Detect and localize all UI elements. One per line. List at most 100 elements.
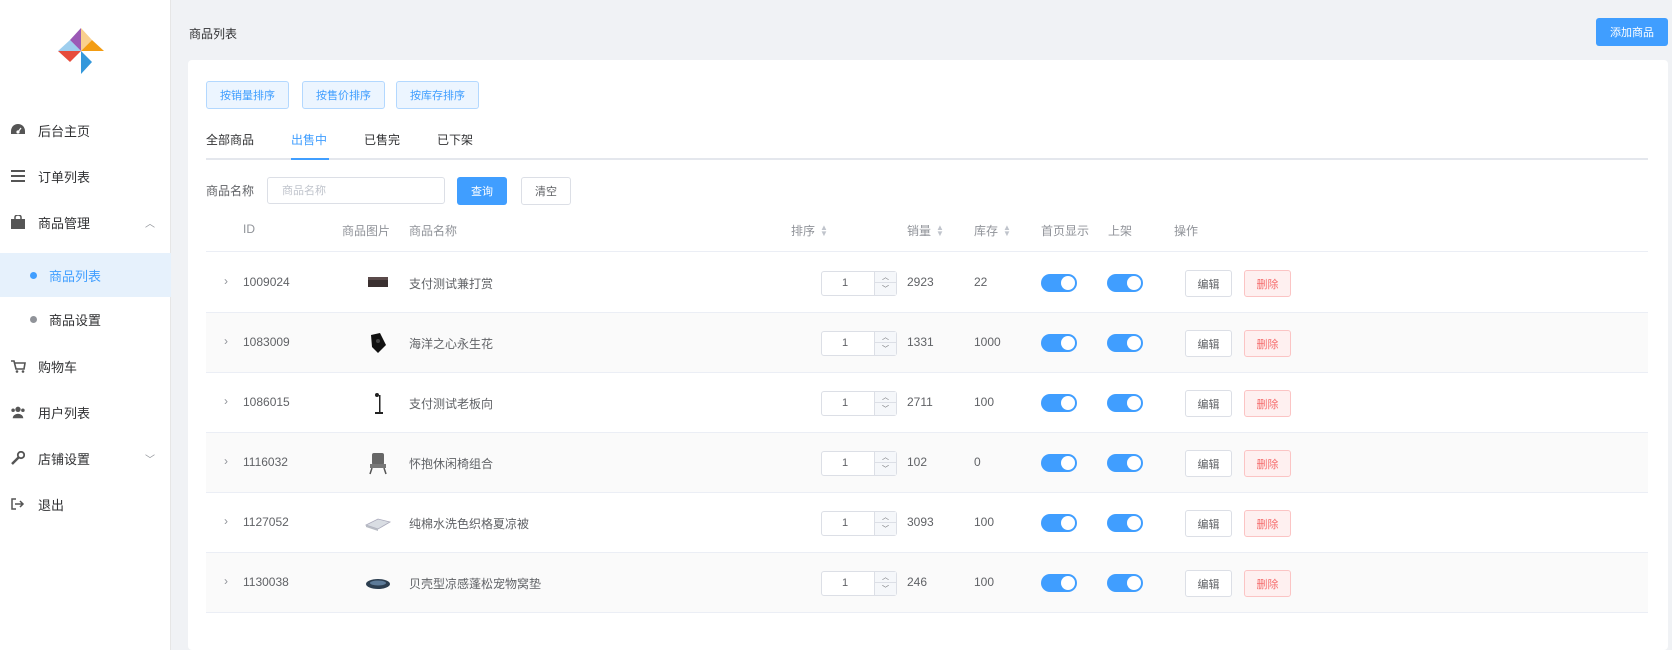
- decrement-arrow-icon[interactable]: ﹀: [875, 284, 896, 295]
- decrement-arrow-icon[interactable]: ﹀: [875, 584, 896, 595]
- column-header-sort[interactable]: 排序 ▲ ▼: [791, 222, 828, 239]
- decrement-arrow-icon[interactable]: ﹀: [875, 524, 896, 535]
- increment-arrow-icon[interactable]: ︿: [875, 512, 896, 523]
- home-display-toggle[interactable]: [1041, 454, 1077, 472]
- increment-arrow-icon[interactable]: ︿: [875, 392, 896, 403]
- sidebar-item-cart[interactable]: 购物车: [0, 344, 171, 388]
- cell-sales: 3093: [907, 515, 934, 529]
- edit-button[interactable]: 编辑: [1185, 330, 1232, 357]
- home-display-toggle[interactable]: [1041, 514, 1077, 532]
- add-product-button[interactable]: 添加商品: [1596, 18, 1668, 46]
- sort-order-stepper[interactable]: 1 ︿ ﹀: [821, 571, 897, 596]
- column-header-stock[interactable]: 库存 ▲ ▼: [974, 222, 1011, 239]
- on-shelf-toggle[interactable]: [1107, 514, 1143, 532]
- edit-button[interactable]: 编辑: [1185, 570, 1232, 597]
- column-header-stock-label: 库存: [974, 224, 999, 238]
- delete-button[interactable]: 删除: [1244, 570, 1291, 597]
- expand-row-chevron-icon[interactable]: ›: [224, 334, 228, 348]
- sidebar-item-label: 用户列表: [38, 405, 91, 421]
- expand-row-chevron-icon[interactable]: ›: [224, 514, 228, 528]
- product-name-search-input[interactable]: [267, 177, 445, 204]
- decrement-arrow-icon[interactable]: ﹀: [875, 464, 896, 475]
- toggle-knob: [1127, 336, 1141, 350]
- decrement-arrow-icon[interactable]: ﹀: [875, 344, 896, 355]
- sort-order-stepper[interactable]: 1 ︿ ﹀: [821, 271, 897, 296]
- increment-arrow-icon[interactable]: ︿: [875, 572, 896, 583]
- cell-sales: 246: [907, 575, 928, 589]
- sort-caret-icon[interactable]: ▲ ▼: [936, 223, 944, 237]
- table-row: › 1130038 贝壳型凉感蓬松宠物窝垫 1 ︿ ﹀ 246 100 编辑 删除: [206, 553, 1648, 613]
- home-display-toggle[interactable]: [1041, 574, 1077, 592]
- delete-button[interactable]: 删除: [1244, 270, 1291, 297]
- product-list-card: 按销量排序 按售价排序 按库存排序 全部商品 出售中 已售完 已下架 商品名称 …: [188, 60, 1668, 650]
- stepper-controls: ︿ ﹀: [874, 332, 896, 355]
- cell-name: 纯棉水洗色织格夏凉被: [409, 517, 530, 531]
- sidebar-item-users[interactable]: 用户列表: [0, 390, 171, 434]
- sort-order-stepper[interactable]: 1 ︿ ﹀: [821, 511, 897, 536]
- increment-arrow-icon[interactable]: ︿: [875, 452, 896, 463]
- toggle-knob: [1127, 456, 1141, 470]
- cell-id: 1127052: [243, 515, 289, 529]
- submenu-item-product-list[interactable]: 商品列表: [0, 253, 171, 297]
- cell-sales: 2711: [907, 395, 933, 409]
- sidebar-item-label: 购物车: [38, 359, 78, 375]
- edit-button[interactable]: 编辑: [1185, 390, 1232, 417]
- sidebar-item-orders[interactable]: 订单列表: [0, 154, 171, 198]
- sidebar-item-store-settings[interactable]: 店铺设置 ﹀: [0, 436, 171, 480]
- tab-off-shelf[interactable]: 已下架: [437, 130, 473, 160]
- on-shelf-toggle[interactable]: [1107, 454, 1143, 472]
- active-tab-indicator: [291, 158, 329, 160]
- on-shelf-toggle[interactable]: [1107, 394, 1143, 412]
- sort-by-sales-button[interactable]: 按销量排序: [206, 81, 289, 109]
- on-shelf-toggle[interactable]: [1107, 574, 1143, 592]
- column-header-sales[interactable]: 销量 ▲ ▼: [907, 222, 944, 239]
- sidebar-item-dashboard[interactable]: 后台主页: [0, 108, 171, 152]
- home-display-toggle[interactable]: [1041, 274, 1077, 292]
- expand-row-chevron-icon[interactable]: ›: [224, 274, 228, 288]
- toggle-knob: [1061, 336, 1075, 350]
- column-header-sales-label: 销量: [907, 224, 932, 238]
- increment-arrow-icon[interactable]: ︿: [875, 272, 896, 283]
- sidebar: 后台主页 订单列表 商品管理 ︿ 商品列表 商品设置 购物车 用户列表 店铺设置…: [0, 0, 171, 650]
- edit-button[interactable]: 编辑: [1185, 450, 1232, 477]
- increment-arrow-icon[interactable]: ︿: [875, 332, 896, 343]
- cell-name: 支付测试兼打赏: [409, 277, 494, 291]
- on-shelf-toggle[interactable]: [1107, 334, 1143, 352]
- sort-by-stock-button[interactable]: 按库存排序: [396, 81, 479, 109]
- on-shelf-toggle[interactable]: [1107, 274, 1143, 292]
- expand-row-chevron-icon[interactable]: ›: [224, 394, 228, 408]
- submenu-item-product-settings[interactable]: 商品设置: [0, 297, 171, 341]
- tab-sold-out[interactable]: 已售完: [364, 130, 400, 160]
- query-button[interactable]: 查询: [457, 177, 507, 205]
- decrement-arrow-icon[interactable]: ﹀: [875, 404, 896, 415]
- sidebar-item-products[interactable]: 商品管理 ︿: [0, 200, 171, 244]
- sidebar-item-logout[interactable]: 退出: [0, 482, 171, 526]
- sort-order-stepper[interactable]: 1 ︿ ﹀: [821, 331, 897, 356]
- tab-all-products[interactable]: 全部商品: [206, 130, 254, 160]
- expand-row-chevron-icon[interactable]: ›: [224, 454, 228, 468]
- delete-button[interactable]: 删除: [1244, 330, 1291, 357]
- home-display-toggle[interactable]: [1041, 334, 1077, 352]
- stepper-controls: ︿ ﹀: [874, 572, 896, 595]
- sort-caret-icon[interactable]: ▲ ▼: [820, 223, 828, 237]
- cell-sales: 2923: [907, 275, 934, 289]
- edit-button[interactable]: 编辑: [1185, 270, 1232, 297]
- toggle-knob: [1061, 276, 1075, 290]
- sort-by-price-button[interactable]: 按售价排序: [302, 81, 385, 109]
- tab-on-sale[interactable]: 出售中: [291, 130, 327, 160]
- delete-button[interactable]: 删除: [1244, 510, 1291, 537]
- clear-button[interactable]: 清空: [521, 177, 571, 205]
- list-icon: [10, 168, 26, 184]
- bullet-dot-icon: [30, 315, 37, 323]
- sort-order-stepper[interactable]: 1 ︿ ﹀: [821, 391, 897, 416]
- box-thumbnail: [368, 277, 388, 287]
- home-display-toggle[interactable]: [1041, 394, 1077, 412]
- expand-row-chevron-icon[interactable]: ›: [224, 574, 228, 588]
- sort-order-stepper[interactable]: 1 ︿ ﹀: [821, 451, 897, 476]
- toggle-knob: [1061, 396, 1075, 410]
- delete-button[interactable]: 删除: [1244, 390, 1291, 417]
- sort-caret-icon[interactable]: ▲ ▼: [1003, 223, 1011, 237]
- status-tabs: 全部商品 出售中 已售完 已下架: [206, 130, 1648, 160]
- edit-button[interactable]: 编辑: [1185, 510, 1232, 537]
- delete-button[interactable]: 删除: [1244, 450, 1291, 477]
